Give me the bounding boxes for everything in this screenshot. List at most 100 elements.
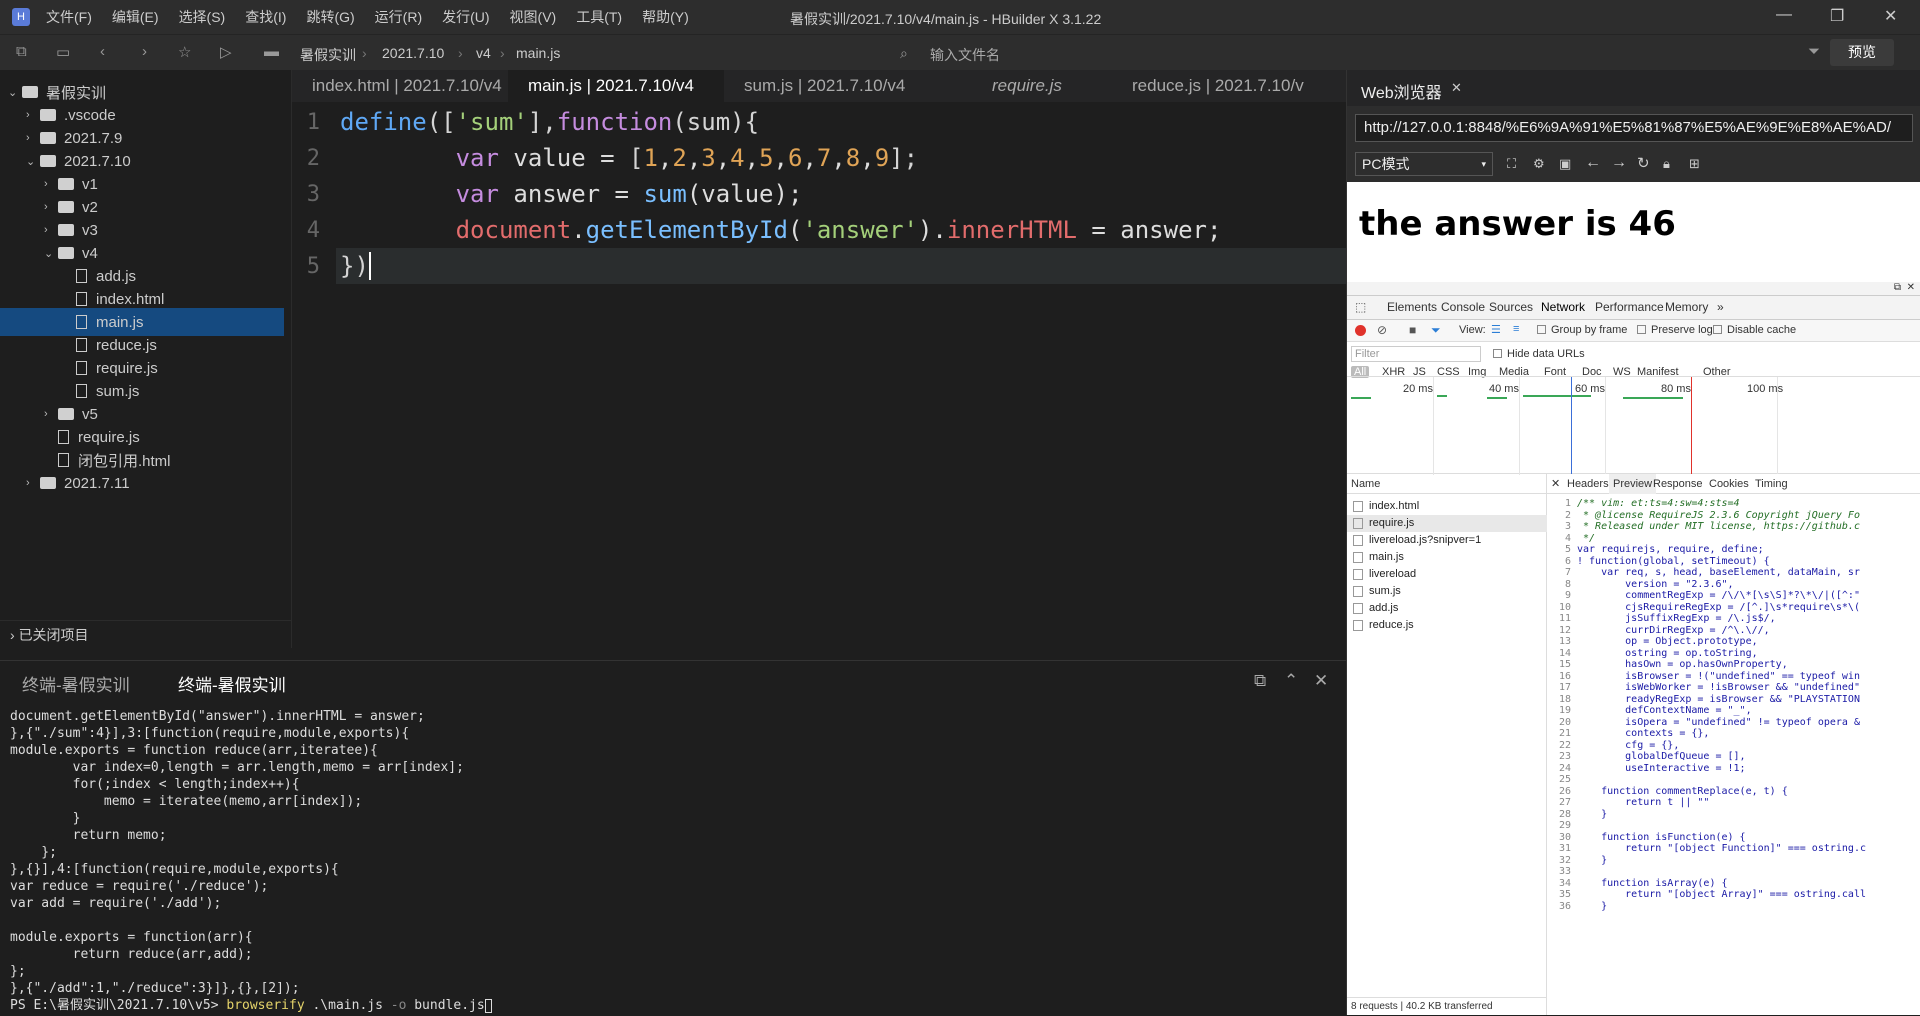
preview-button[interactable]: 预览 bbox=[1830, 39, 1894, 66]
disable-cache-checkbox[interactable] bbox=[1713, 325, 1722, 334]
tree-item-label: v1 bbox=[82, 175, 98, 193]
preview-line-number: 16 bbox=[1558, 670, 1571, 682]
breadcrumb-file[interactable]: main.js bbox=[516, 45, 560, 61]
request-row[interactable]: require.js bbox=[1347, 515, 1547, 532]
tree-folder[interactable]: › 2021.7.11 bbox=[0, 469, 284, 497]
hide-data-urls-checkbox[interactable] bbox=[1493, 349, 1502, 358]
detail-tab-headers[interactable]: Headers bbox=[1567, 478, 1609, 490]
request-row[interactable]: add.js bbox=[1347, 600, 1547, 617]
menu-run[interactable]: 运行(R) bbox=[375, 7, 422, 27]
menu-help[interactable]: 帮助(Y) bbox=[642, 7, 689, 27]
devtools-tab-console[interactable]: Console bbox=[1441, 300, 1485, 314]
menu-find[interactable]: 查找(I) bbox=[245, 7, 286, 27]
camera-icon[interactable]: ■ bbox=[1409, 323, 1416, 337]
detail-tab-preview[interactable]: Preview bbox=[1609, 474, 1657, 494]
menu-file[interactable]: 文件(F) bbox=[46, 7, 92, 27]
settings-icon[interactable]: ⚙ bbox=[1533, 156, 1545, 172]
tab-reduce-js[interactable]: reduce.js | 2021.7.10/v bbox=[1112, 70, 1346, 102]
devtools-tab-sources[interactable]: Sources bbox=[1489, 300, 1533, 314]
minimize-icon[interactable]: — bbox=[1776, 6, 1792, 24]
run-icon[interactable]: ▷ bbox=[220, 43, 232, 61]
devtools-tab-network[interactable]: Network bbox=[1541, 300, 1585, 314]
chevron-right-icon: › bbox=[44, 408, 48, 420]
terminal-output[interactable]: document.getElementById("answer").innerH… bbox=[0, 700, 1346, 1015]
image-icon[interactable]: ▣ bbox=[1559, 156, 1571, 172]
inspect-icon[interactable]: ⬚ bbox=[1355, 300, 1366, 314]
request-row[interactable]: reduce.js bbox=[1347, 617, 1547, 634]
preserve-log-checkbox[interactable] bbox=[1637, 325, 1646, 334]
devtools-tab-memory[interactable]: Memory bbox=[1665, 300, 1708, 314]
request-row[interactable]: livereload.js?snipver=1 bbox=[1347, 532, 1547, 549]
request-row[interactable]: index.html bbox=[1347, 498, 1547, 515]
detail-tab-response[interactable]: Response bbox=[1653, 478, 1703, 490]
close-icon[interactable]: ✕ bbox=[1884, 6, 1897, 26]
preview-line-number: 29 bbox=[1558, 820, 1571, 831]
devtools-tab-performance[interactable]: Performance bbox=[1595, 300, 1664, 314]
tab-sum-js[interactable]: sum.js | 2021.7.10/v4 bbox=[724, 70, 940, 102]
detail-tab-cookies[interactable]: Cookies bbox=[1709, 478, 1749, 490]
more-tabs-icon[interactable]: » bbox=[1717, 300, 1724, 314]
preview-code-line: commentRegExp = /\/\*[\s\S]*?\*\/|([^:" bbox=[1577, 590, 1860, 601]
tab-main-js[interactable]: main.js | 2021.7.10/v4 bbox=[508, 70, 724, 102]
menu-publish[interactable]: 发行(U) bbox=[442, 7, 489, 27]
devtools-undock-icon[interactable]: ⧉ bbox=[1894, 282, 1901, 293]
terminal-tab-1[interactable]: 终端-暑假实训 bbox=[22, 671, 130, 696]
record-icon[interactable] bbox=[1355, 325, 1366, 336]
name-column-header[interactable]: Name bbox=[1347, 474, 1547, 494]
menu-tools[interactable]: 工具(T) bbox=[576, 7, 622, 27]
request-row[interactable]: livereload bbox=[1347, 566, 1547, 583]
terminal-tab-2[interactable]: 终端-暑假实训 bbox=[178, 671, 286, 702]
nav-forward-icon[interactable]: → bbox=[1611, 154, 1627, 172]
save-icon[interactable]: ▭ bbox=[56, 43, 70, 61]
menu-view[interactable]: 视图(V) bbox=[510, 7, 557, 27]
detail-tab-timing[interactable]: Timing bbox=[1755, 478, 1788, 490]
request-row[interactable]: sum.js bbox=[1347, 583, 1547, 600]
nav-back-icon[interactable]: ← bbox=[1585, 154, 1601, 172]
terminal-close-icon[interactable]: ✕ bbox=[1314, 671, 1328, 691]
menu-goto[interactable]: 跳转(G) bbox=[306, 7, 354, 27]
device-mode-select[interactable]: PC模式 ▾ bbox=[1355, 152, 1493, 176]
menu-edit[interactable]: 编辑(E) bbox=[112, 7, 159, 27]
filter-icon[interactable]: ⏷ bbox=[1808, 43, 1820, 60]
filter-funnel-icon[interactable]: ⏷ bbox=[1431, 323, 1441, 338]
network-filter-input[interactable]: Filter bbox=[1351, 346, 1481, 362]
browser-tab-close-icon[interactable]: ✕ bbox=[1451, 80, 1462, 96]
maximize-icon[interactable]: ❐ bbox=[1830, 6, 1844, 26]
terminal-maximize-icon[interactable]: ⌃ bbox=[1284, 671, 1298, 691]
waterfall-view-icon[interactable]: ≡ bbox=[1513, 323, 1519, 335]
refresh-icon[interactable]: ↻ bbox=[1637, 154, 1650, 172]
terminal-new-icon[interactable]: ⧉ bbox=[1254, 671, 1266, 691]
browser-tab[interactable]: Web浏览器 bbox=[1361, 79, 1442, 103]
breadcrumb-folder[interactable]: 2021.7.10 bbox=[382, 45, 444, 61]
qrcode-icon[interactable]: ⊞ bbox=[1689, 156, 1700, 172]
lock-icon[interactable]: 🔒︎ bbox=[1663, 156, 1670, 172]
preview-line-number: 28 bbox=[1558, 808, 1571, 820]
file-search-input[interactable]: 输入文件名 bbox=[930, 45, 1000, 65]
terminal-line: } bbox=[10, 811, 81, 826]
devtools-close-icon[interactable]: ✕ bbox=[1907, 282, 1915, 293]
tab-index-html[interactable]: index.html | 2021.7.10/v4 bbox=[292, 70, 508, 102]
terminal-line: },{"./sum":4}],3:[function(require,modul… bbox=[10, 726, 410, 741]
timeline-bar bbox=[1523, 395, 1591, 397]
detail-close-icon[interactable]: ✕ bbox=[1551, 477, 1560, 490]
request-name: livereload.js?snipver=1 bbox=[1369, 534, 1482, 546]
devtools-tab-elements[interactable]: Elements bbox=[1387, 300, 1437, 314]
code-editor[interactable]: 1 2 3 4 5 define(['sum'],function(sum){ … bbox=[292, 102, 1346, 662]
new-file-icon[interactable]: ⧉ bbox=[16, 43, 27, 60]
screenshot-icon[interactable]: ⛶ bbox=[1507, 156, 1516, 172]
request-row[interactable]: main.js bbox=[1347, 549, 1547, 566]
breadcrumb-subfolder[interactable]: v4 bbox=[476, 45, 491, 61]
tab-require-js[interactable]: require.js bbox=[940, 70, 1070, 102]
chevron-right-icon: › bbox=[44, 178, 48, 190]
address-bar[interactable]: http://127.0.0.1:8848/%E6%9A%91%E5%81%87… bbox=[1355, 114, 1913, 142]
forward-icon[interactable]: › bbox=[142, 43, 147, 60]
group-by-frame-checkbox[interactable] bbox=[1537, 325, 1546, 334]
clear-icon[interactable]: ⊘ bbox=[1377, 323, 1387, 337]
star-icon[interactable]: ☆ bbox=[178, 43, 191, 61]
closed-projects[interactable]: › 已关闭项目 bbox=[0, 620, 292, 648]
breadcrumb-project[interactable]: 暑假实训 bbox=[300, 45, 356, 65]
device-mode-label: PC模式 bbox=[1362, 156, 1410, 172]
menu-select[interactable]: 选择(S) bbox=[179, 7, 226, 27]
list-view-icon[interactable]: ☰ bbox=[1491, 323, 1501, 336]
back-icon[interactable]: ‹ bbox=[100, 43, 105, 60]
